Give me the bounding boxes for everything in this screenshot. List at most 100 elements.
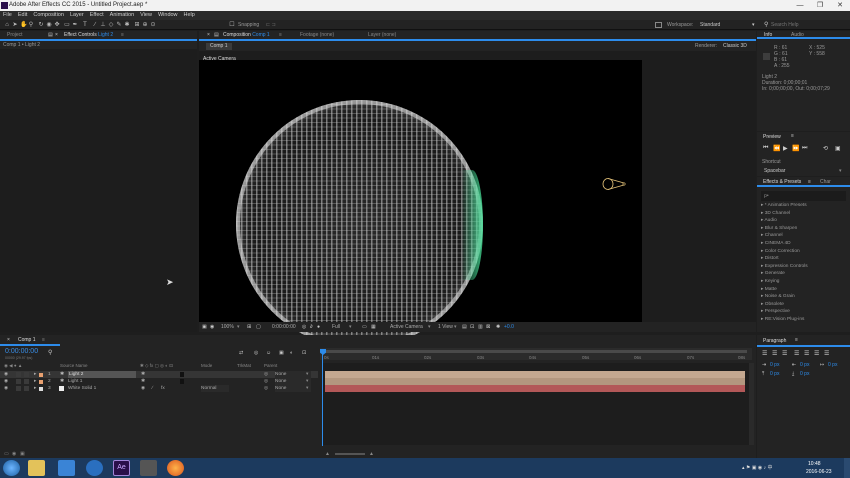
windows-start-icon[interactable] xyxy=(3,460,20,476)
region-of-interest-icon[interactable]: ▭ xyxy=(362,322,367,332)
maximize-button[interactable]: ❐ xyxy=(810,0,830,11)
puppet-tool-icon[interactable]: ✱ xyxy=(124,22,130,28)
last-frame-icon[interactable]: ⏭ xyxy=(802,145,807,152)
views-chevron-icon[interactable]: ▾ xyxy=(454,322,457,332)
workspace-chevron-icon[interactable]: ▾ xyxy=(752,20,755,30)
timeline-timecode[interactable]: 0:00:00:00 xyxy=(5,348,38,355)
align-right-icon[interactable]: ☰ xyxy=(782,350,787,357)
graph-editor-icon[interactable]: ⊡ xyxy=(302,350,306,356)
snapshot-icon[interactable]: ◎ xyxy=(302,322,306,332)
effect-category-item[interactable]: ▸ Distort xyxy=(757,255,850,263)
playhead[interactable] xyxy=(322,349,323,446)
tab-menu-icon[interactable]: ≡ xyxy=(121,31,124,39)
parent-chevron-icon[interactable]: ▾ xyxy=(306,385,308,392)
expand-arrow-icon[interactable]: ▸ xyxy=(34,378,36,385)
renderer-value[interactable]: Classic 3D xyxy=(723,41,747,51)
tab-footage[interactable]: Footage (none) xyxy=(297,31,337,39)
view-axis-icon[interactable]: ⊙ xyxy=(150,22,156,28)
previous-frame-icon[interactable]: ⏪ xyxy=(773,145,780,152)
camera-chevron-icon[interactable]: ▾ xyxy=(428,322,431,332)
effect-category-item[interactable]: ▸ CINEMA 4D xyxy=(757,240,850,248)
zoom-out-icon[interactable]: ▲ xyxy=(325,451,330,457)
effect-category-item[interactable]: ▸ Audio xyxy=(757,217,850,225)
align-left-icon[interactable]: ☰ xyxy=(762,350,767,357)
lock-icon[interactable]: ▤ xyxy=(48,31,53,39)
align-center-icon[interactable]: ☰ xyxy=(772,350,777,357)
mode-dropdown[interactable]: Normal xyxy=(201,385,229,392)
parent-pickwhip-icon[interactable]: ◎ xyxy=(264,385,268,392)
tab-menu-icon[interactable]: ≡ xyxy=(42,337,45,343)
pen-tool-icon[interactable]: ✒ xyxy=(72,22,78,28)
solo-toggle[interactable] xyxy=(16,379,21,384)
shy-switch-icon[interactable]: ◉ xyxy=(141,385,145,392)
file-explorer-icon[interactable] xyxy=(28,460,45,476)
solo-toggle[interactable] xyxy=(16,372,21,377)
first-frame-icon[interactable]: ⏮ xyxy=(763,145,768,152)
pan-behind-tool-icon[interactable]: ✥ xyxy=(54,22,60,28)
menu-help[interactable]: Help xyxy=(181,11,198,20)
close-tab-icon[interactable]: × xyxy=(7,337,10,343)
comp-button[interactable]: Comp 1 xyxy=(206,43,232,50)
layer-name[interactable]: Light 2 xyxy=(68,371,136,378)
effect-category-item[interactable]: ▸ Noise & Grain xyxy=(757,293,850,301)
effect-category-item[interactable]: ▸ 3D Channel xyxy=(757,210,850,218)
close-tab-icon[interactable]: × xyxy=(55,31,58,39)
zoom-dropdown[interactable]: 100% xyxy=(221,322,234,332)
snapping-checkbox[interactable]: ☐ xyxy=(229,22,235,28)
shortcut-chevron-icon[interactable]: ▾ xyxy=(839,167,842,175)
tab-menu-icon[interactable]: ≡ xyxy=(279,31,282,39)
resolution-dropdown[interactable]: Full xyxy=(332,322,340,332)
effect-category-item[interactable]: ▸ Blur & Sharpen xyxy=(757,225,850,233)
rotate-tool-icon[interactable]: ↻ xyxy=(38,22,44,28)
after-effects-icon[interactable]: Ae xyxy=(113,460,130,476)
views-dropdown[interactable]: 1 View xyxy=(438,322,453,332)
k-app-icon[interactable] xyxy=(86,460,103,476)
expand-arrow-icon[interactable]: ▸ xyxy=(34,371,36,378)
menu-icon[interactable]: ≡ xyxy=(795,337,798,343)
three-d-switch[interactable] xyxy=(180,379,184,384)
layer-row[interactable]: ◉ ▸ 1 ✱ Light 2 ✱ ◎ None ▾ xyxy=(0,371,318,378)
fast-previews-icon[interactable]: ⊡ xyxy=(470,322,474,332)
always-preview-icon[interactable]: ▣ xyxy=(202,322,207,332)
menu-edit[interactable]: Edit xyxy=(15,11,30,20)
menu-window[interactable]: Window xyxy=(155,11,181,20)
menu-composition[interactable]: Composition xyxy=(30,11,67,20)
zoom-in-icon[interactable]: ▲ xyxy=(369,451,374,457)
resolution-chevron-icon[interactable]: ▾ xyxy=(349,322,352,332)
toggle-render-icon[interactable]: ▣ xyxy=(20,451,25,457)
parent-chevron-icon[interactable]: ▾ xyxy=(306,378,308,385)
tab-character[interactable]: Char xyxy=(820,178,831,186)
expand-arrow-icon[interactable]: ▸ xyxy=(34,385,36,392)
light-gizmo-icon[interactable] xyxy=(602,177,626,191)
audio-icon[interactable]: ▣ xyxy=(835,145,841,152)
flowchart-icon[interactable]: ⊠ xyxy=(486,322,490,332)
toggle-pixel-icon[interactable]: ▤ xyxy=(462,322,467,332)
justify-all-icon[interactable]: ☰ xyxy=(824,350,829,357)
snapping-options-icon[interactable]: ⊏ ⊐ xyxy=(266,20,276,30)
toggle-switches-icon[interactable]: ▭ xyxy=(4,451,9,457)
show-desktop-button[interactable] xyxy=(844,458,850,478)
menu-icon[interactable]: ≡ xyxy=(791,133,794,139)
layer-bar[interactable] xyxy=(325,385,745,392)
play-icon[interactable]: ▶ xyxy=(783,145,788,152)
current-time-display[interactable]: 0:00:00:00 xyxy=(272,322,296,332)
justify-center-icon[interactable]: ☰ xyxy=(804,350,809,357)
tab-composition[interactable]: Composition Comp 1 xyxy=(220,31,273,39)
exposure-value[interactable]: +0.0 xyxy=(504,322,514,332)
justify-right-icon[interactable]: ☰ xyxy=(814,350,819,357)
visibility-icon[interactable]: ◉ xyxy=(4,385,8,392)
visibility-icon[interactable]: ◉ xyxy=(4,371,8,378)
layer-bar[interactable] xyxy=(325,371,745,378)
media-icon[interactable] xyxy=(58,460,75,476)
shortcut-dropdown[interactable]: Spacebar xyxy=(762,167,844,175)
world-axis-icon[interactable]: ⊕ xyxy=(142,22,148,28)
effect-category-item[interactable]: ▸ Matte xyxy=(757,286,850,294)
composition-viewer[interactable] xyxy=(199,60,642,348)
mask-visibility-icon[interactable]: ▢ xyxy=(256,322,261,332)
grid-icon[interactable]: ⊞ xyxy=(247,322,251,332)
menu-layer[interactable]: Layer xyxy=(67,11,87,20)
lock-icon[interactable]: ▤ xyxy=(214,31,219,39)
zoom-tool-icon[interactable]: ⚲ xyxy=(28,22,34,28)
eraser-tool-icon[interactable]: ◇ xyxy=(108,22,114,28)
tab-info[interactable]: Info xyxy=(764,31,772,39)
